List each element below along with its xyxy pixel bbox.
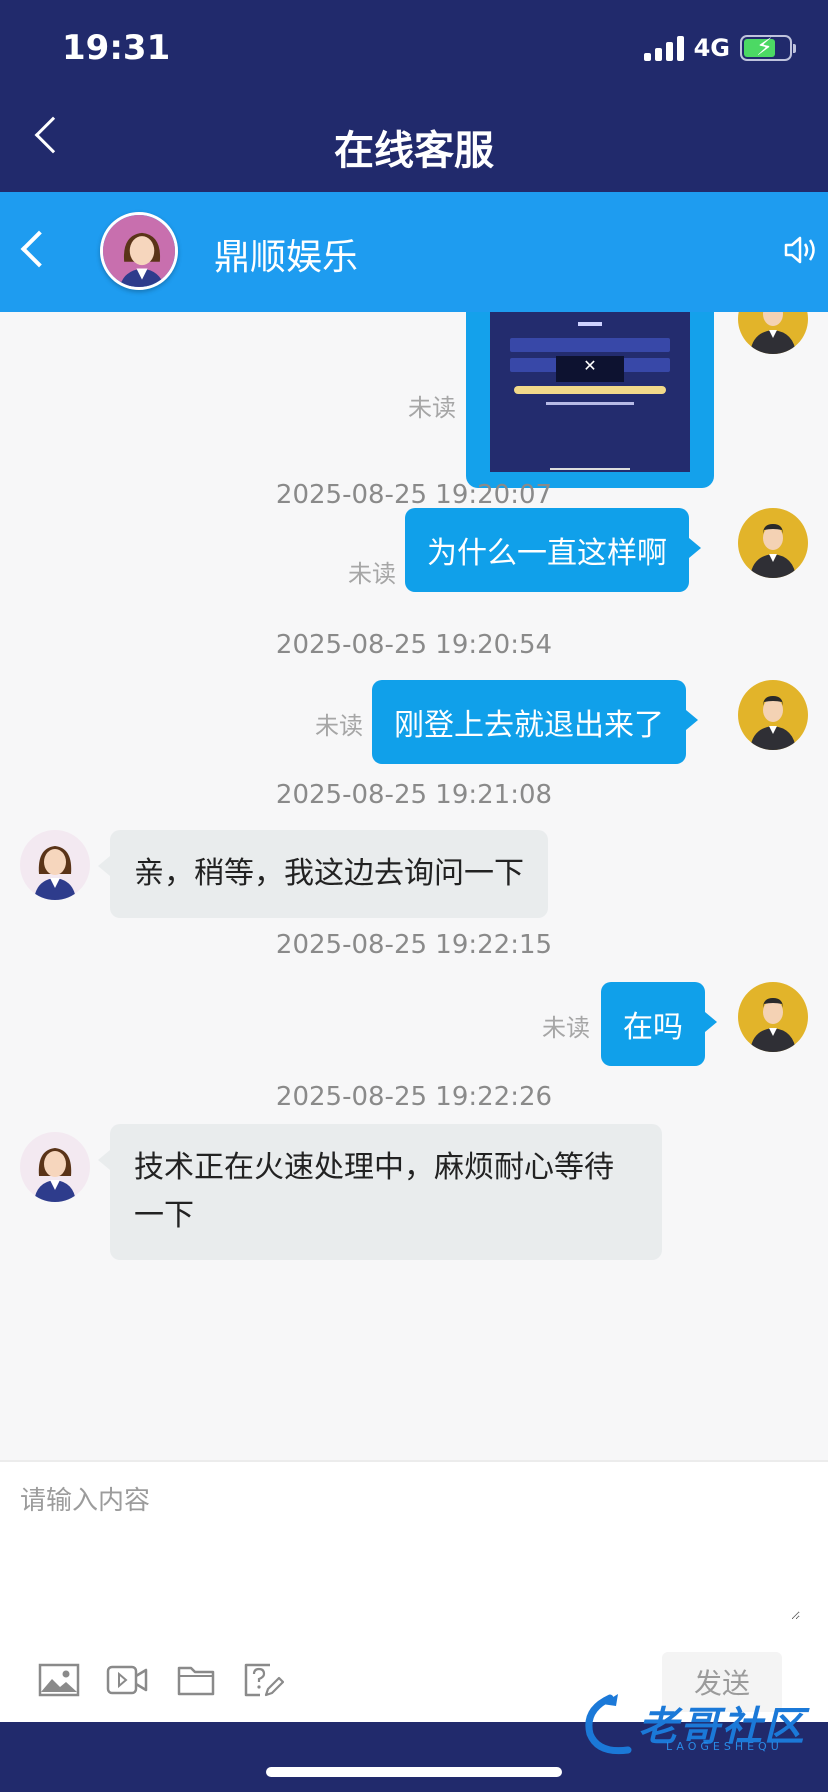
user-avatar	[738, 508, 808, 578]
message-timestamp: 2025-08-25 19:22:15	[275, 930, 553, 960]
image-message[interactable]: ✕	[466, 312, 714, 488]
home-indicator[interactable]	[266, 1767, 562, 1777]
status-time: 19:31	[62, 28, 171, 68]
message-list[interactable]: 未读 ✕ 2025-08-25 19:20:07 未读 为什么一直这样啊 202…	[0, 312, 828, 1460]
user-avatar	[738, 312, 808, 354]
agent-avatar	[20, 830, 90, 900]
incoming-message[interactable]: 亲，稍等，我这边去询问一下	[98, 830, 548, 918]
outgoing-message[interactable]: 在吗	[601, 982, 717, 1066]
agent-avatar	[20, 1132, 90, 1202]
network-type: 4G	[693, 34, 730, 62]
folder-icon[interactable]	[176, 1662, 218, 1698]
chat-header: 鼎顺娱乐	[0, 192, 828, 312]
outgoing-message[interactable]: 刚登上去就退出来了	[372, 680, 698, 764]
incoming-message[interactable]: 技术正在火速处理中，麻烦耐心等待一下	[98, 1124, 662, 1260]
page-title: 在线客服	[334, 128, 494, 174]
outgoing-message[interactable]: 为什么一直这样啊	[405, 508, 701, 592]
unread-status: 未读	[348, 560, 396, 588]
watermark-subtext: LAOGESHEQU	[666, 1740, 783, 1753]
user-avatar	[738, 982, 808, 1052]
user-avatar	[738, 680, 808, 750]
message-input[interactable]	[20, 1480, 800, 1620]
agent-avatar[interactable]	[100, 212, 178, 290]
chat-back-button[interactable]	[20, 230, 58, 268]
video-icon[interactable]	[106, 1662, 148, 1698]
battery-icon: ⚡	[740, 33, 796, 61]
signal-icon	[643, 35, 684, 61]
watermark-logo: 老哥社区 LAOGESHEQU	[580, 1690, 810, 1760]
message-timestamp: 2025-08-25 19:20:07	[275, 480, 553, 510]
composer: 发送	[0, 1460, 828, 1722]
speaker-icon[interactable]	[782, 232, 818, 268]
message-timestamp: 2025-08-25 19:20:54	[275, 630, 553, 660]
unread-status: 未读	[408, 394, 456, 422]
unread-status: 未读	[542, 1014, 590, 1042]
status-indicators: 4G ⚡	[643, 33, 796, 62]
message-timestamp: 2025-08-25 19:22:26	[275, 1082, 553, 1112]
question-edit-icon[interactable]	[242, 1662, 284, 1698]
message-timestamp: 2025-08-25 19:21:08	[275, 780, 553, 810]
chat-contact-name: 鼎顺娱乐	[214, 237, 359, 278]
screenshot-thumbnail: ✕	[490, 312, 690, 472]
image-icon[interactable]	[38, 1662, 80, 1698]
top-bar: 19:31 4G ⚡ 在线客服	[0, 0, 828, 192]
unread-status: 未读	[315, 712, 363, 740]
